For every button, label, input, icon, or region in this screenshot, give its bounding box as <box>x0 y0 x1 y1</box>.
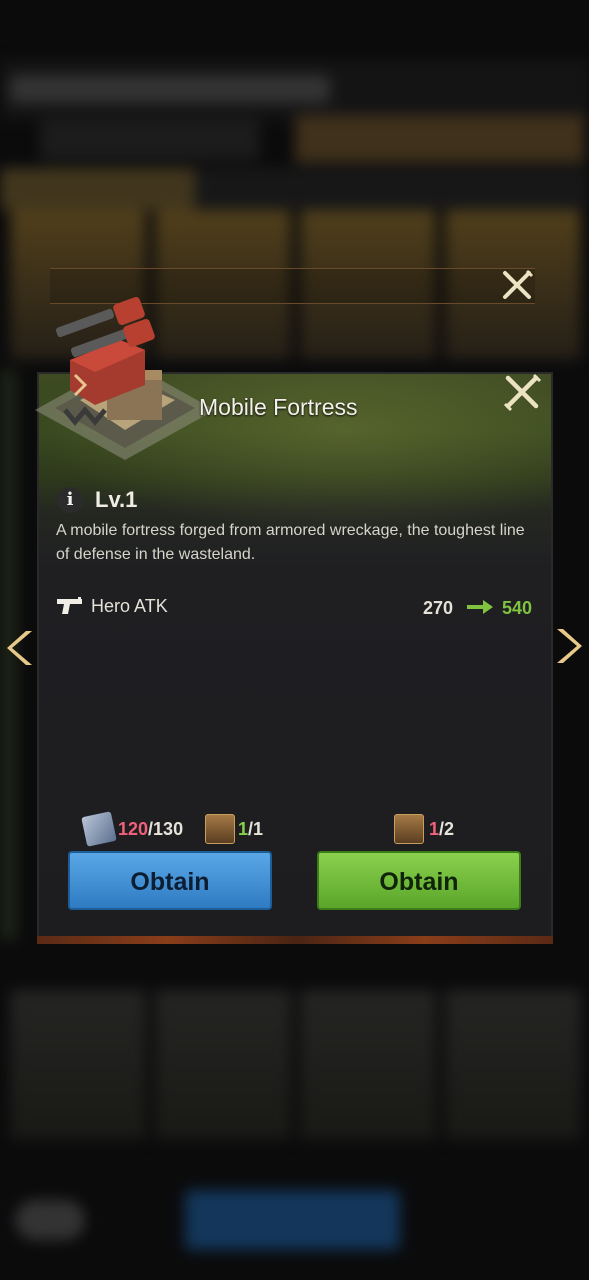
material-count: 120/130 <box>118 812 183 846</box>
stat-row: Hero ATK 270 540 <box>56 594 538 620</box>
arrow-right-icon <box>467 600 493 614</box>
stat-current-value: 270 <box>423 598 454 618</box>
info-icon[interactable]: i <box>57 487 83 513</box>
unit-need: /1 <box>248 819 264 839</box>
item-description: A mobile fortress forged from armored wr… <box>56 522 525 563</box>
obtain-unit-button[interactable]: Obtain <box>317 851 521 910</box>
bg-card <box>155 990 291 1140</box>
unit-count: 1/2 <box>429 812 454 846</box>
cost-requirements-left: 120/130 1/1 <box>81 811 284 847</box>
bg-bottom-button <box>185 1190 400 1250</box>
fortress-unit-icon <box>205 814 235 844</box>
stat-next-value: 540 <box>502 598 533 618</box>
unit-count: 1/1 <box>238 812 263 846</box>
chip-icon <box>81 811 117 847</box>
bg-card <box>300 990 436 1140</box>
unit-have: 1 <box>429 819 440 839</box>
mobile-fortress-icon <box>35 297 215 460</box>
obtain-material-button[interactable]: Obtain <box>68 851 272 910</box>
material-have: 120 <box>118 819 149 839</box>
bg-tab-active <box>295 115 585 163</box>
pistol-icon <box>57 597 82 614</box>
fortress-unit-icon <box>394 814 424 844</box>
bg-title <box>10 75 330 103</box>
background-close-icon[interactable] <box>499 268 535 302</box>
chevron-left-icon[interactable] <box>4 628 38 668</box>
bg-subtab-active <box>0 168 195 210</box>
bg-bottom-control <box>15 1200 85 1240</box>
material-need: /130 <box>148 819 184 839</box>
cost-requirements-right: 1/2 <box>394 812 494 846</box>
stat-label: Hero ATK <box>91 596 168 616</box>
chevron-right-icon[interactable] <box>551 626 585 666</box>
item-title: Mobile Fortress <box>199 394 358 420</box>
bg-card <box>445 990 581 1140</box>
unit-need: /2 <box>439 819 455 839</box>
bg-tab <box>40 120 260 160</box>
level-label: Lv.1 <box>95 487 138 512</box>
unit-have: 1 <box>238 819 249 839</box>
bg-card <box>10 990 146 1140</box>
close-icon[interactable] <box>500 370 544 414</box>
